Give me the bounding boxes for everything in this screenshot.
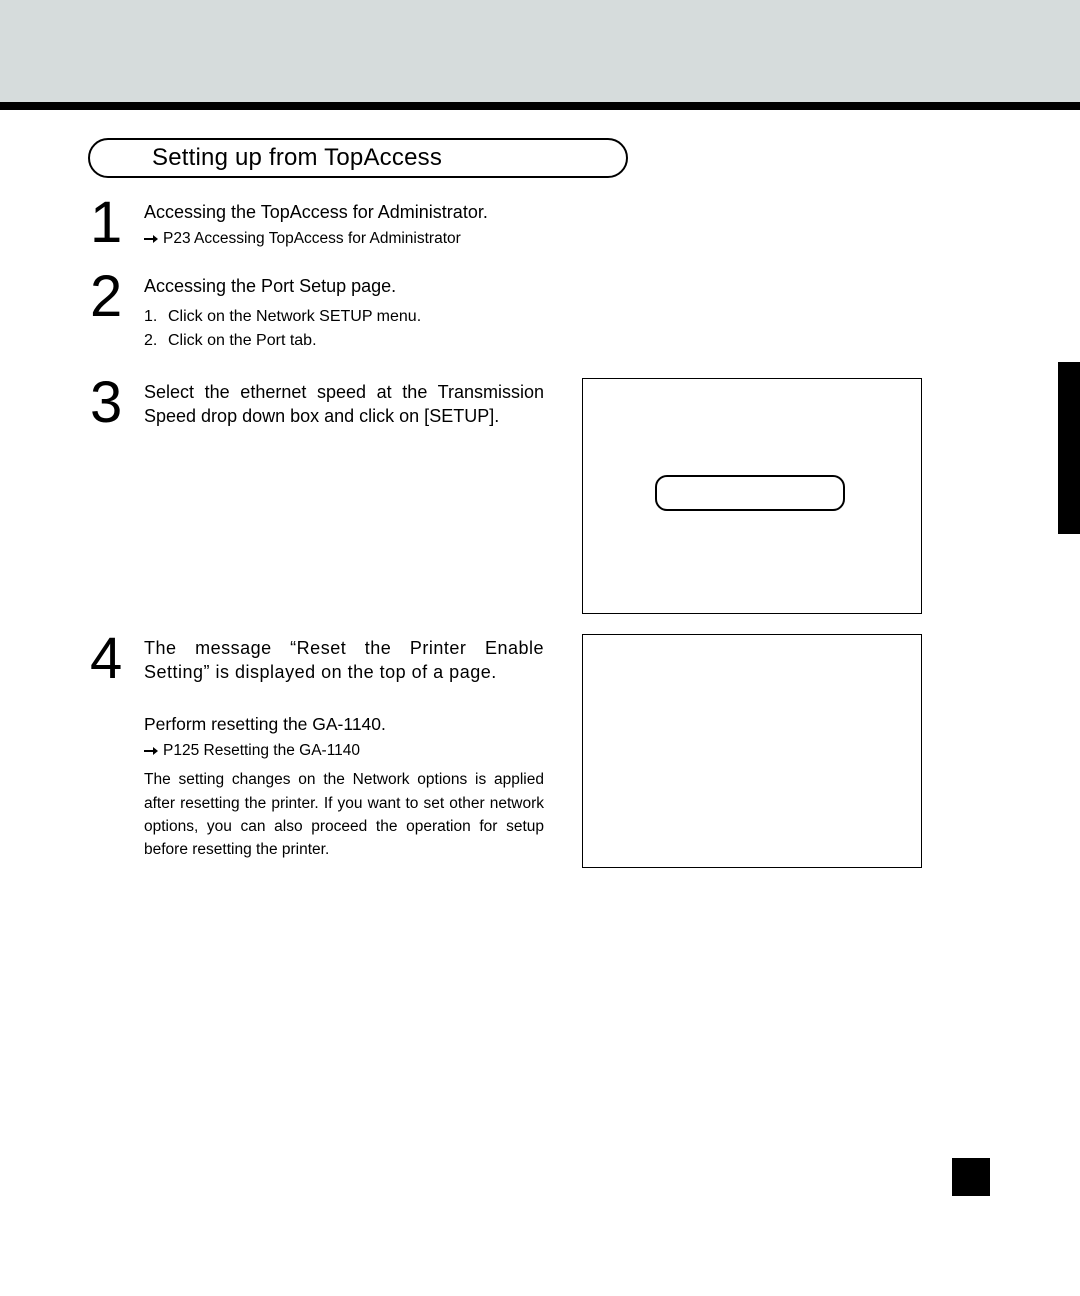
- step-title: Accessing the TopAccess for Administrato…: [144, 200, 544, 224]
- figure-inner-shape: [655, 475, 845, 511]
- step-note: The setting changes on the Network optio…: [144, 768, 544, 861]
- item-text: Click on the Port tab.: [168, 329, 317, 354]
- list-item: 1. Click on the Network SETUP menu.: [144, 305, 544, 330]
- step-reference: P125 Resetting the GA-1140: [144, 742, 544, 760]
- step-body: Accessing the TopAccess for Administrato…: [144, 198, 544, 248]
- step-title: Select the ethernet speed at the Transmi…: [144, 380, 544, 429]
- section-heading-text: Setting up from TopAccess: [152, 144, 442, 172]
- item-number: 2.: [144, 329, 168, 354]
- step-extra: Perform resetting the GA-1140. P125 Rese…: [144, 713, 544, 862]
- step-3: 3 Select the ethernet speed at the Trans…: [88, 378, 558, 435]
- reference-text: P125 Resetting the GA-1140: [163, 742, 360, 760]
- section-heading-pill: Setting up from TopAccess: [88, 138, 628, 178]
- step-reference: P23 Accessing TopAccess for Administrato…: [144, 230, 544, 248]
- figure-placeholder-1: [582, 378, 922, 614]
- right-arrow-icon: [144, 234, 158, 244]
- step-number: 3: [90, 378, 144, 427]
- step-title: The message “Reset the Printer Enable Se…: [144, 636, 544, 685]
- reference-text: P23 Accessing TopAccess for Administrato…: [163, 230, 461, 248]
- step-number: 2: [90, 272, 144, 321]
- step-1: 1 Accessing the TopAccess for Administra…: [88, 198, 990, 248]
- step-4: 4 The message “Reset the Printer Enable …: [88, 634, 558, 861]
- header-divider: [0, 102, 1080, 110]
- figure-placeholder-2: [582, 634, 922, 868]
- step-3-row: 3 Select the ethernet speed at the Trans…: [88, 378, 990, 614]
- step-2: 2 Accessing the Port Setup page. 1. Clic…: [88, 272, 990, 354]
- step-number: 1: [90, 198, 144, 247]
- right-arrow-icon: [144, 746, 158, 756]
- step-extra-title: Perform resetting the GA-1140.: [144, 713, 544, 737]
- step-body: Select the ethernet speed at the Transmi…: [144, 378, 544, 435]
- step-title: Accessing the Port Setup page.: [144, 274, 544, 298]
- page-number-box: [952, 1158, 990, 1196]
- step-substeps: 1. Click on the Network SETUP menu. 2. C…: [144, 305, 544, 355]
- item-number: 1.: [144, 305, 168, 330]
- step-body: The message “Reset the Printer Enable Se…: [144, 634, 544, 861]
- step-body: Accessing the Port Setup page. 1. Click …: [144, 272, 544, 354]
- step-4-row: 4 The message “Reset the Printer Enable …: [88, 634, 990, 868]
- list-item: 2. Click on the Port tab.: [144, 329, 544, 354]
- item-text: Click on the Network SETUP menu.: [168, 305, 421, 330]
- page-content: Setting up from TopAccess 1 Accessing th…: [0, 110, 1080, 868]
- page-header-band: [0, 0, 1080, 102]
- step-number: 4: [90, 634, 144, 683]
